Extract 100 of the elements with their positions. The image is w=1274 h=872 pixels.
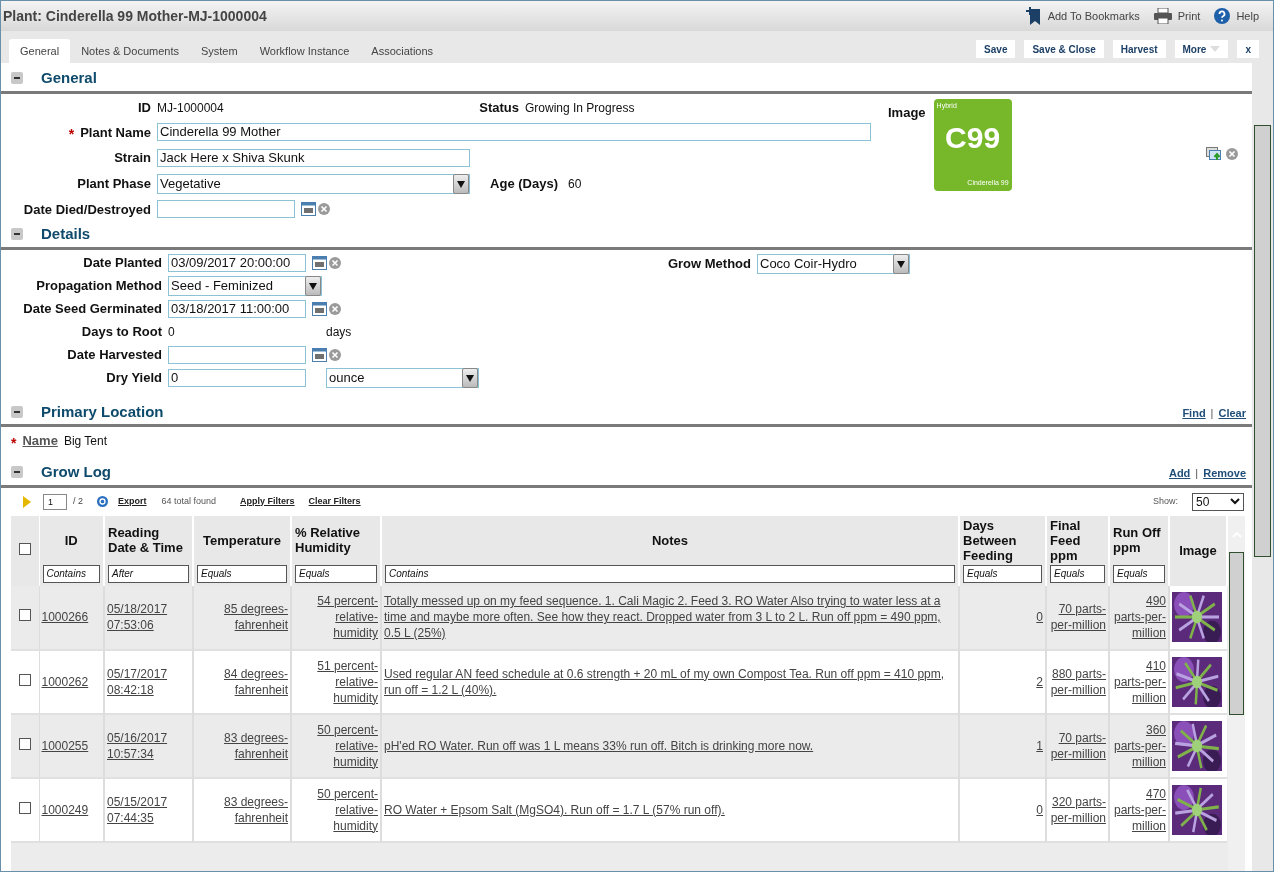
log-cell-link[interactable]: 0 — [962, 609, 1043, 625]
select-field[interactable]: Vegetative — [157, 173, 470, 194]
log-cell-link[interactable]: 05/15/2017 07:44:35 — [107, 793, 190, 826]
help-icon[interactable] — [1214, 8, 1231, 24]
select-field[interactable]: Seed - Feminized — [168, 275, 322, 296]
log-cell-link[interactable]: 05/18/2017 07:53:06 — [107, 601, 190, 633]
column-header[interactable]: ID — [64, 532, 78, 548]
log-cell-link[interactable]: pH'ed RO Water. Run off was 1 L means 33% run off. Bitch is drinking more now. — [384, 737, 956, 754]
log-cell-link[interactable]: 0 — [962, 801, 1043, 818]
log-cell-link[interactable]: 50 percent-relative-humidity — [294, 785, 378, 834]
log-cell-link[interactable]: 70 parts-per-million — [1049, 729, 1106, 762]
header-link[interactable]: Help — [1214, 7, 1259, 25]
row-checkbox[interactable] — [18, 609, 31, 621]
header-link[interactable]: Print — [1153, 7, 1201, 25]
log-cell-link[interactable]: 410 parts-per-million — [1112, 657, 1166, 706]
chevron-down-icon[interactable] — [1230, 498, 1240, 505]
tab[interactable]: Associations — [360, 39, 445, 63]
page-scrollbar[interactable] — [1252, 63, 1273, 871]
column-header[interactable]: Final Feed ppm — [1050, 517, 1105, 563]
column-header[interactable]: Image — [1179, 543, 1217, 558]
column-header[interactable]: Days Between Feeding — [963, 517, 1042, 563]
toolbar-button[interactable]: x — [1237, 40, 1259, 58]
log-cell-link[interactable]: 490 parts-per-million — [1112, 593, 1166, 641]
collapse-icon[interactable] — [11, 466, 23, 479]
filter-field[interactable]: Equals — [1050, 564, 1105, 583]
dropdown-icon[interactable] — [462, 367, 478, 388]
scrollbar-thumb[interactable] — [1229, 551, 1244, 715]
log-cell-link[interactable]: 54 percent-relative-humidity — [294, 593, 378, 641]
export-link[interactable]: Export — [118, 494, 147, 509]
column-header[interactable]: % Relative Humidity — [295, 525, 377, 555]
clear-filters-link[interactable]: Clear Filters — [308, 494, 361, 509]
tab[interactable]: Notes & Documents — [70, 39, 190, 63]
toolbar-button[interactable]: More — [1174, 40, 1229, 58]
select-field[interactable]: ounce — [326, 367, 479, 388]
text-field[interactable]: Cinderella 99 Mother — [157, 123, 871, 142]
filter-field[interactable]: After — [108, 564, 189, 583]
clear-icon[interactable] — [1226, 147, 1238, 160]
log-cell-link[interactable]: Used regular AN feed schedule at 0.6 strength + 20 mL of my own Compost Tea. Run off ppm = 410 ppm, run off = 1.2 L (40%). — [384, 665, 956, 698]
log-cell-link[interactable]: 51 percent-relative-humidity — [294, 657, 378, 706]
dropdown-icon[interactable] — [893, 253, 909, 274]
clear-icon[interactable] — [329, 348, 341, 361]
row-checkbox[interactable] — [18, 737, 31, 750]
log-cell-link[interactable]: 1 — [962, 737, 1043, 754]
log-cell-link[interactable]: 1000266 — [41, 609, 101, 625]
calendar-icon[interactable] — [312, 255, 327, 270]
log-cell-link[interactable]: 05/16/2017 10:57:34 — [107, 729, 190, 762]
calendar-icon[interactable] — [312, 301, 327, 316]
filter-field[interactable]: Contains — [385, 564, 955, 583]
log-cell-link[interactable]: 84 degrees-fahrenheit — [196, 665, 288, 698]
text-field[interactable] — [168, 345, 306, 364]
text-field[interactable]: 03/18/2017 11:00:00 — [168, 299, 306, 318]
filter-field[interactable]: Equals — [197, 564, 287, 583]
toolbar-button[interactable]: Save & Close — [1024, 40, 1104, 58]
log-cell-link[interactable]: 360 parts-per-million — [1112, 721, 1166, 770]
text-field[interactable]: Jack Here x Shiva Skunk — [157, 148, 470, 167]
log-cell-link[interactable]: 85 degrees-fahrenheit — [196, 601, 288, 633]
text-field[interactable]: 03/09/2017 20:00:00 — [168, 253, 306, 272]
select-field[interactable]: Coco Coir-Hydro — [757, 253, 910, 274]
toolbar-button[interactable]: Save — [976, 40, 1016, 58]
column-header[interactable]: Reading Date & Time — [108, 525, 189, 555]
clear-icon[interactable] — [318, 203, 330, 216]
log-cell-link[interactable]: RO Water + Epsom Salt (MgSO4). Run off = 1.7 L (57% run off). — [384, 801, 956, 818]
upload-image-icon[interactable] — [1206, 146, 1222, 161]
log-cell-link[interactable]: 50 percent-relative-humidity — [294, 721, 378, 770]
filter-field[interactable]: Equals — [963, 564, 1042, 583]
apply-filters-link[interactable]: Apply Filters — [240, 494, 295, 509]
row-checkbox[interactable] — [18, 673, 31, 686]
refresh-icon[interactable] — [97, 496, 108, 507]
page-size-select[interactable]: 50 — [1192, 492, 1244, 511]
text-field[interactable]: 0 — [168, 368, 306, 387]
bookmark-icon[interactable] — [1025, 7, 1042, 25]
row-checkbox[interactable] — [18, 801, 31, 814]
toolbar-button[interactable]: Harvest — [1112, 40, 1166, 58]
log-cell-link[interactable]: 05/17/2017 08:42:18 — [107, 665, 190, 698]
log-cell-link[interactable]: 1000255 — [41, 737, 101, 754]
header-link[interactable]: Add To Bookmarks — [1025, 7, 1140, 25]
text-field[interactable] — [157, 200, 295, 219]
log-cell-link[interactable]: 1000262 — [41, 673, 101, 690]
section-link[interactable]: Find — [1182, 404, 1206, 421]
location-name-link[interactable]: Name — [22, 431, 58, 451]
clear-icon[interactable] — [329, 302, 341, 315]
collapse-icon[interactable] — [11, 228, 23, 241]
collapse-icon[interactable] — [11, 72, 23, 85]
log-cell-link[interactable]: 83 degrees-fahrenheit — [196, 729, 288, 762]
clear-icon[interactable] — [329, 256, 341, 269]
log-cell-link[interactable]: Totally messed up on my feed sequence. 1. Cali Magic 2. Feed 3. RO Water Also trying to water less at a time and maybe more often. See how they react. Dropped water from 3 L to 2 L. Run off ppm = 490 ppm, 0.5 L (25%) — [384, 593, 956, 641]
section-link[interactable]: Remove — [1203, 465, 1246, 482]
table-scrollbar[interactable] — [1228, 515, 1245, 871]
dropdown-icon[interactable] — [453, 173, 469, 194]
dropdown-icon[interactable] — [305, 275, 321, 296]
tab[interactable]: General — [9, 39, 71, 63]
collapse-icon[interactable] — [11, 405, 23, 418]
log-cell-link[interactable]: 70 parts-per-million — [1049, 601, 1106, 633]
tab[interactable]: Workflow Instance — [248, 39, 361, 63]
printer-icon[interactable] — [1153, 8, 1172, 24]
log-cell-link[interactable]: 880 parts-per-million — [1049, 665, 1106, 698]
log-cell-link[interactable]: 83 degrees-fahrenheit — [196, 793, 288, 826]
column-header[interactable]: Temperature — [203, 532, 281, 548]
filter-field[interactable]: Equals — [1113, 564, 1165, 583]
calendar-icon[interactable] — [301, 202, 316, 217]
